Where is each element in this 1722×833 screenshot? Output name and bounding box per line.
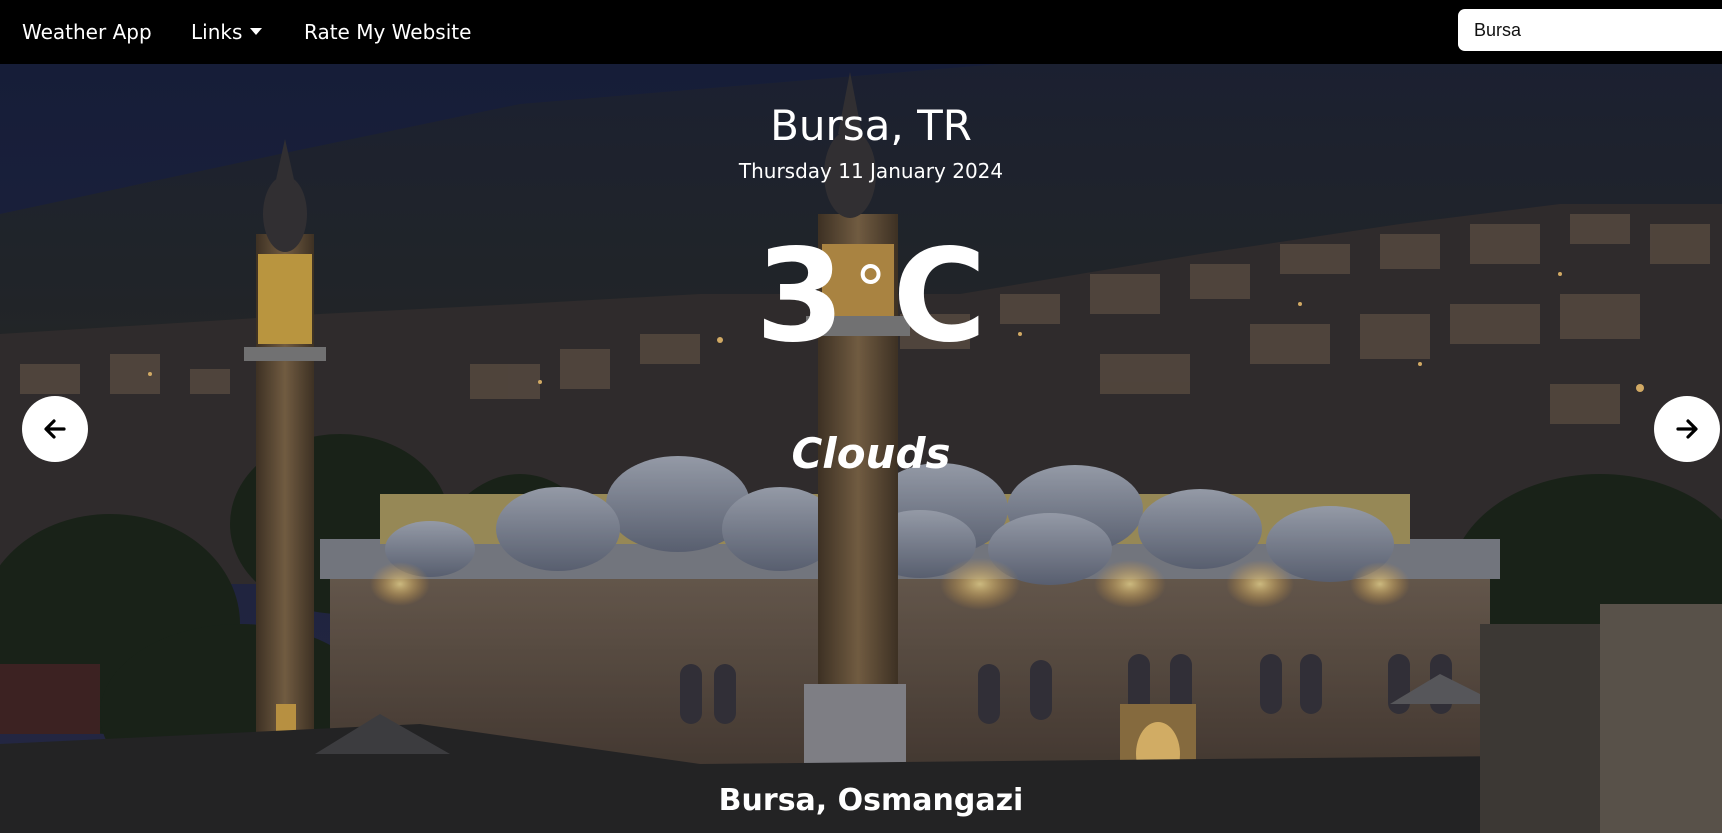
weather-condition: Clouds <box>791 429 951 478</box>
city-search-input[interactable] <box>1458 9 1722 51</box>
brand-link[interactable]: Weather App <box>22 19 152 45</box>
links-label: Links <box>191 20 243 44</box>
temperature-value: 3 <box>755 222 845 371</box>
temperature-unit: C <box>892 222 987 371</box>
city-background: Bursa, TR Thursday 11 January 2024 3 °C C… <box>0 64 1722 833</box>
location-district: Bursa, Osmangazi <box>718 783 1024 818</box>
arrow-right-icon <box>1676 419 1698 439</box>
previous-button[interactable] <box>22 396 88 462</box>
top-navbar: Weather App Links Rate My Website <box>0 0 1722 64</box>
current-date: Thursday 11 January 2024 <box>738 159 1004 183</box>
arrow-left-icon <box>44 419 66 439</box>
temperature-display: 3 °C <box>0 227 1722 367</box>
location-title: Bursa, TR <box>770 101 972 150</box>
rate-website-link[interactable]: Rate My Website <box>304 19 471 45</box>
caret-down-icon <box>250 28 263 35</box>
links-dropdown[interactable]: Links <box>191 19 263 45</box>
degree-symbol: ° <box>854 254 887 328</box>
next-button[interactable] <box>1654 396 1720 462</box>
